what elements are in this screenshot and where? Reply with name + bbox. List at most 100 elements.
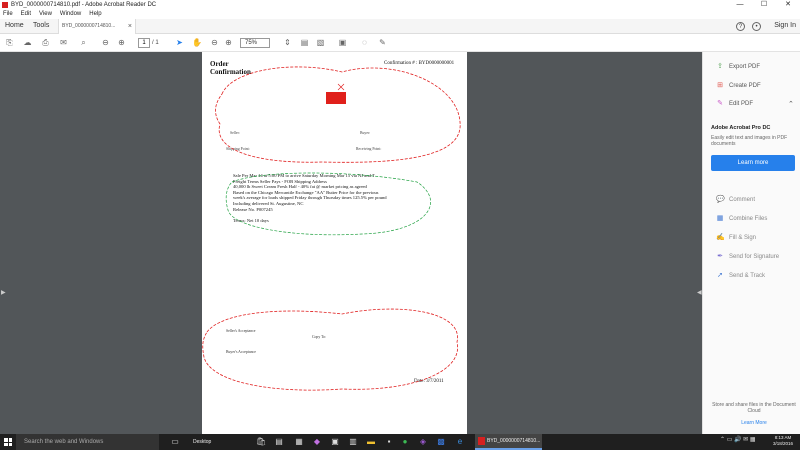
promo-description: Easily edit text and images in PDF docum… — [711, 135, 788, 147]
combine-files-tool[interactable]: ▦ Combine Files — [716, 214, 768, 224]
search-icon[interactable]: ⌕ — [79, 38, 88, 47]
fill-sign-tool[interactable]: ✍ Fill & Sign — [716, 233, 756, 243]
maximize-button[interactable]: ☐ — [752, 0, 776, 10]
rotate-icon[interactable]: ▧ — [316, 38, 325, 47]
tab-document[interactable]: BYD_0000000714810... × — [58, 19, 136, 34]
explorer-folder-icon[interactable]: ▬ — [366, 437, 376, 447]
outlook-icon[interactable]: ▩ — [436, 437, 446, 447]
page-total: / 1 — [152, 40, 159, 46]
taskbar-search-box[interactable]: Search the web and Windows — [16, 434, 159, 450]
close-window-button[interactable]: ✕ — [776, 0, 800, 10]
previous-page-icon[interactable]: ⊖ — [101, 38, 110, 47]
menu-bar: File Edit View Window Help — [0, 10, 800, 19]
document-cloud-footer: Store and share files in the Document Cl… — [711, 402, 797, 426]
create-pdf-icon: ⊞ — [717, 82, 723, 89]
acrobat-app-icon — [2, 2, 8, 8]
window-controls: — ☐ ✕ — [728, 0, 800, 10]
comment-label: Comment — [729, 197, 756, 203]
collapse-left-panel-icon[interactable]: ▶ — [1, 289, 6, 296]
zoom-level-select[interactable]: 75% — [240, 38, 270, 48]
promo-title: Adobe Acrobat Pro DC — [711, 125, 771, 131]
app-icon[interactable]: ▣ — [330, 437, 340, 447]
fill-sign-label: Fill & Sign — [729, 235, 757, 241]
learn-more-button[interactable]: Learn more — [711, 155, 795, 171]
send-signature-label: Send for Signature — [729, 254, 780, 260]
export-pdf-icon: ⇪ — [717, 63, 723, 70]
send-signature-tool[interactable]: ✒ Send for Signature — [716, 252, 779, 262]
toolbar: ⎘ ☁ ⎙ ✉ ⌕ ⊖ ⊕ 1 / 1 ➤ ✋ ⊖ ⊕ 75% ⇕ ▤ ▧ ▣ … — [0, 34, 800, 52]
tab-home[interactable]: Home — [5, 22, 24, 29]
minimize-button[interactable]: — — [728, 0, 752, 10]
edit-pdf-label: Edit PDF — [729, 101, 754, 107]
fit-page-icon[interactable]: ⇕ — [283, 38, 292, 47]
acrobat-taskbar-label: BYD_0000000714810... — [487, 438, 541, 444]
title-bar: BYD_0000000714810.pdf - Adobe Acrobat Re… — [0, 0, 800, 10]
next-page-icon[interactable]: ⊕ — [117, 38, 126, 47]
cloud-upload-icon[interactable]: ☁ — [23, 38, 32, 47]
export-pdf-label: Export PDF — [729, 64, 761, 70]
scroll-mode-icon[interactable]: ▤ — [300, 38, 309, 47]
create-pdf-icon[interactable]: ⎘ — [5, 38, 14, 47]
edit-pdf-icon: ✎ — [717, 100, 723, 107]
email-icon[interactable]: ✉ — [59, 38, 68, 47]
system-tray[interactable]: ⌃ ▭ 🔊 ✉ ▦ — [720, 436, 756, 443]
document-cloud-text: Store and share files in the Document Cl… — [712, 402, 796, 414]
menu-window[interactable]: Window — [60, 10, 81, 19]
acrobat-taskbar-button[interactable]: BYD_0000000714810... — [475, 434, 542, 450]
send-track-label: Send & Track — [729, 273, 766, 279]
close-tab-icon[interactable]: × — [128, 19, 132, 34]
system-clock[interactable]: 8:13 AM 3/18/2016 — [770, 435, 796, 447]
acrobat-pro-promo: Adobe Acrobat Pro DC Easily edit text an… — [711, 125, 797, 171]
desktop-toolbar-button[interactable]: Desktop — [189, 436, 239, 448]
tools-pane: ⇪ Export PDF ⊞ Create PDF ✎ Edit PDF ⌃ A… — [702, 52, 800, 434]
clock-date: 3/18/2016 — [772, 441, 794, 446]
send-track-tool[interactable]: ➚ Send & Track — [716, 271, 765, 281]
store-icon[interactable]: 🛍 — [256, 437, 266, 447]
windows-taskbar: Search the web and Windows ▭ Desktop 🛍 ▤… — [0, 434, 800, 450]
select-cursor-icon[interactable]: ➤ — [175, 38, 184, 47]
chrome-icon[interactable]: ● — [400, 437, 410, 447]
visual-studio-purple-icon[interactable]: ◈ — [418, 437, 428, 447]
file-explorer-icon[interactable]: ▤ — [274, 437, 284, 447]
acrobat-taskbar-icon — [478, 437, 485, 445]
comment-tool[interactable]: 💬 Comment — [716, 195, 755, 205]
folder-icon[interactable]: ▥ — [348, 437, 358, 447]
calculator-icon[interactable]: ▦ — [294, 437, 304, 447]
export-pdf-tool[interactable]: ⇪ Export PDF — [716, 62, 760, 72]
comment-toolbar-icon[interactable]: ◌ — [360, 38, 369, 47]
sign-in-link[interactable]: Sign In — [774, 22, 796, 29]
menu-file[interactable]: File — [3, 10, 13, 19]
window-title: BYD_0000000714810.pdf - Adobe Acrobat Re… — [11, 2, 157, 8]
tab-tools[interactable]: Tools — [33, 22, 49, 29]
zoom-in-icon[interactable]: ⊕ — [224, 38, 233, 47]
task-view-icon[interactable]: ▭ — [170, 437, 180, 447]
pdf-page[interactable]: Order Confirmation Confirmation # : BYD0… — [202, 52, 467, 434]
red-freehand-circle-top — [215, 66, 461, 163]
hand-tool-icon[interactable]: ✋ — [192, 38, 202, 47]
create-pdf-tool[interactable]: ⊞ Create PDF — [716, 81, 761, 91]
fill-sign-icon: ✍ — [716, 234, 725, 241]
print-icon[interactable]: ⎙ — [41, 38, 50, 47]
send-track-icon: ➚ — [717, 272, 723, 279]
menu-help[interactable]: Help — [89, 10, 101, 19]
collapse-right-panel-icon[interactable]: ◀ — [697, 289, 702, 296]
document-tab-label: BYD_0000000714810... — [62, 23, 116, 29]
terminal-icon[interactable]: ▪ — [384, 437, 394, 447]
footer-learn-more-link[interactable]: Learn More — [711, 420, 797, 426]
red-freehand-circle-bottom — [202, 308, 458, 391]
pen-icon[interactable]: ✎ — [378, 38, 387, 47]
page-number-input[interactable]: 1 — [138, 38, 150, 48]
chevron-up-icon[interactable]: ⌃ — [788, 100, 794, 108]
notification-bell-icon[interactable]: • — [752, 22, 761, 31]
fill-sign-toolbar-icon[interactable]: ▣ — [338, 38, 347, 47]
visual-studio-icon[interactable]: ◆ — [312, 437, 322, 447]
edge-icon[interactable]: e — [455, 437, 465, 447]
create-pdf-label: Create PDF — [729, 83, 761, 89]
edit-pdf-tool[interactable]: ✎ Edit PDF — [716, 99, 753, 109]
menu-edit[interactable]: Edit — [21, 10, 31, 19]
windows-start-icon[interactable] — [4, 438, 12, 446]
menu-view[interactable]: View — [39, 10, 52, 19]
freehand-annotations — [202, 66, 461, 391]
help-icon[interactable]: ? — [736, 22, 745, 31]
zoom-out-icon[interactable]: ⊖ — [210, 38, 219, 47]
